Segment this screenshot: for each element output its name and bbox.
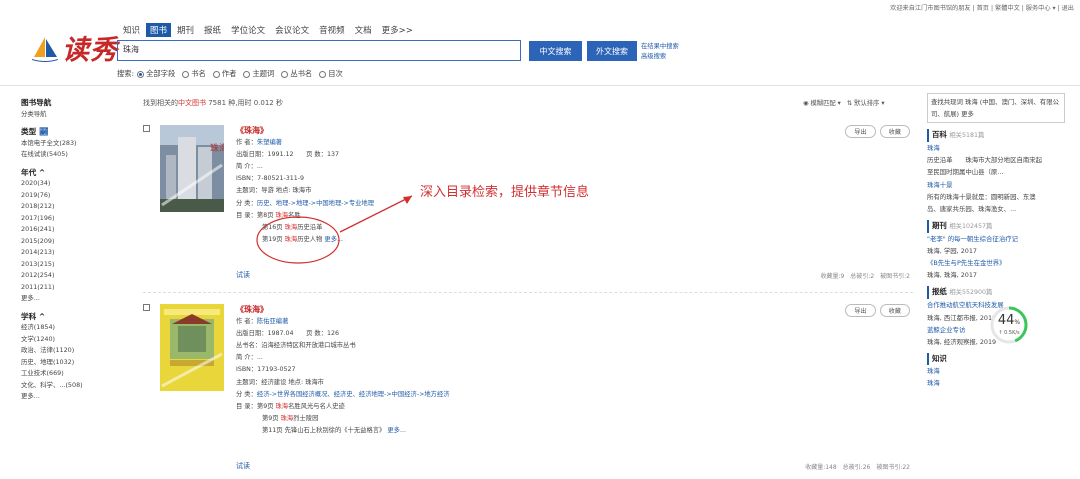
book-actions: 导出 收藏 [841, 304, 910, 317]
book-info: 《珠海》 作 者：陈佑亚编著 出版日期：1987.04 页 数：126 丛书名：… [236, 304, 450, 437]
favorite-button[interactable]: 收藏 [879, 304, 910, 317]
book-series: 丛书名：沿海经济特区和开放港口城市丛书 [236, 342, 356, 350]
export-button[interactable]: 导出 [845, 304, 876, 317]
journal-item: 珠海, 珠海, 2017 [927, 271, 977, 280]
book-intro: 简 介：... [236, 354, 263, 362]
gauge-percent: 44% [997, 313, 1021, 328]
baike-item: 历史沿革 珠海市大部分地区自南宋起 [927, 156, 1043, 165]
newspaper-section-head[interactable]: 报纸 相关552900篇 [927, 286, 1065, 300]
baike-item[interactable]: 珠海 [927, 142, 1065, 154]
network-speed-gauge[interactable]: 44% ↑ 0.5K/s [989, 305, 1029, 345]
knowledge-item[interactable]: 珠海 [927, 377, 1065, 389]
book-stats: 收藏量:148 总被引:26 被图书引:22 [805, 464, 910, 471]
baike-item: 岛、唐家共乐园、珠海渔女、... [927, 204, 1017, 213]
journal-item: 珠海, 学园, 2017 [927, 247, 977, 256]
knowledge-item[interactable]: 珠海 [927, 365, 1065, 377]
journal-item[interactable]: "老李" 的每一朝生综合征治疗记 [927, 233, 1065, 245]
book-subject: 主题词：经济建设 地点: 珠海市 [236, 378, 324, 386]
book-author: 作 者：陈佑亚编著 [236, 318, 289, 326]
book-toc-line: 第11页 先锋山石上秋别徐的《十无益格言》 更多... [262, 426, 406, 434]
select-checkbox[interactable] [143, 304, 150, 311]
book-category: 分 类：经济->世界各国经济概况、经济史、经济地理->中国经济->地方经济 [236, 390, 450, 398]
baike-item[interactable]: 珠海十景 [927, 179, 1065, 191]
annotation-callout: 深入目录检索，提供章节信息 [420, 185, 590, 200]
book-toc-line: 第9页 珠海烈士陵园 [262, 414, 319, 422]
book-isbn: ISBN：17193-0527 [236, 366, 296, 374]
book-title[interactable]: 《珠海》 [236, 304, 450, 316]
book-result: 《珠海》 作 者：陈佑亚编著 出版日期：1987.04 页 数：126 丛书名：… [143, 304, 913, 474]
result-separator [143, 292, 913, 293]
baike-item: 所有的珠海十景就是：圆明新园、东澳 [927, 192, 1036, 201]
baike-section-head[interactable]: 百科 相关5181篇 [927, 129, 1065, 143]
book-pub: 出版日期：1987.04 页 数：126 [236, 330, 340, 338]
baike-item: 至民国时期属中山县（原... [927, 168, 1004, 177]
journal-item[interactable]: 《B先生与P先生在金世界》 [927, 257, 1065, 269]
toc-more-link[interactable]: 更多... [387, 427, 406, 434]
cooccurrence-box[interactable]: 查找共现词 珠海 (中国、澳门、深圳、有限公司、航展) 更多 [927, 93, 1065, 124]
journal-section-head[interactable]: 期刊 相关102457篇 [927, 219, 1065, 233]
knowledge-section-head[interactable]: 知识 [927, 352, 1065, 365]
trial-read-link[interactable]: 试读 [236, 461, 250, 471]
book-cover-image[interactable] [160, 304, 224, 391]
gauge-speed: ↑ 0.5K/s [998, 330, 1020, 336]
book-toc: 目 录：第9页 珠海名胜风光与名人史迹 [236, 402, 345, 410]
